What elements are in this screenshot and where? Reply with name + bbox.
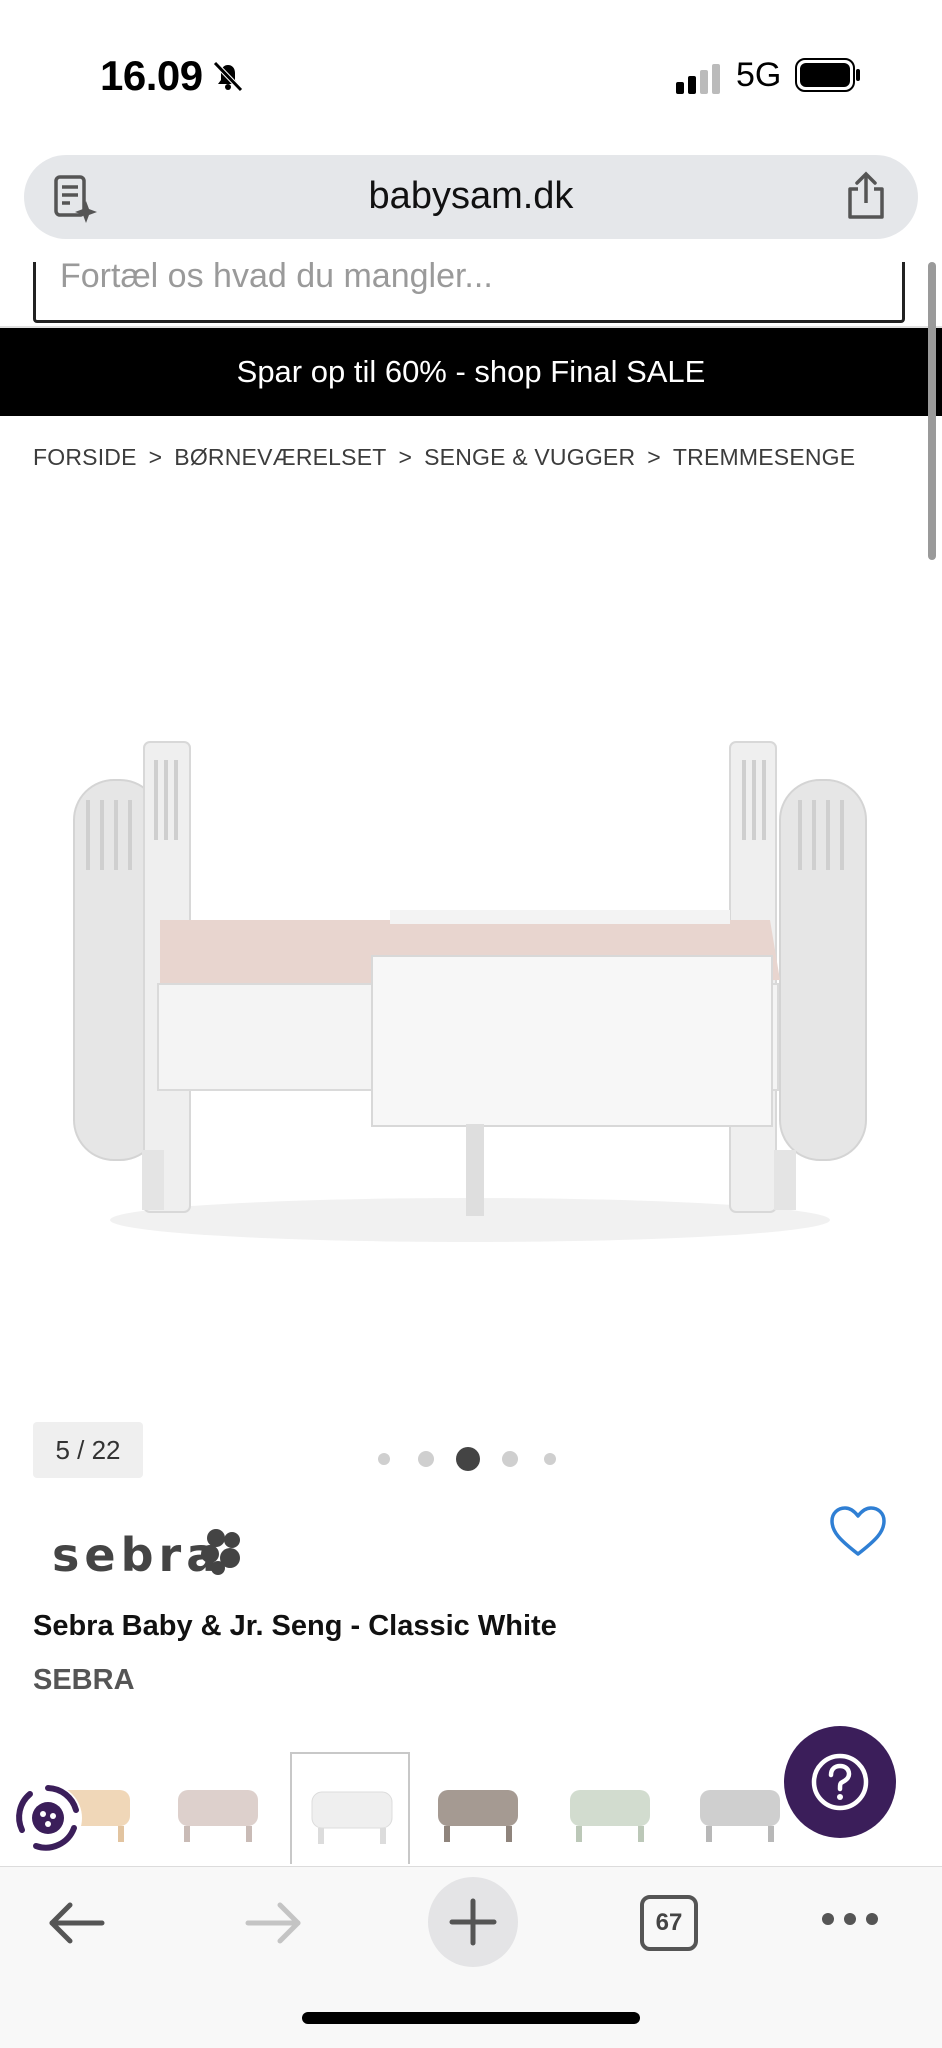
gallery-dot[interactable] — [378, 1453, 390, 1465]
gallery-dot[interactable] — [418, 1451, 434, 1467]
gallery-dots[interactable] — [372, 1444, 572, 1474]
variant-thumb-pink[interactable] — [158, 1752, 278, 1864]
variant-thumb-grey[interactable] — [680, 1752, 800, 1864]
page-scrollbar[interactable] — [928, 262, 936, 560]
recycle-badge-icon[interactable] — [12, 1782, 84, 1854]
product-image[interactable] — [60, 720, 880, 1260]
forward-arrow-icon[interactable] — [242, 1891, 306, 1955]
status-time: 16.09 — [100, 52, 203, 99]
home-indicator[interactable] — [302, 2012, 640, 2024]
more-dots-icon[interactable] — [820, 1907, 880, 1931]
breadcrumb-item-beds[interactable]: SENGE & VUGGER — [424, 444, 635, 471]
gallery-dot-active[interactable] — [456, 1447, 480, 1471]
back-arrow-icon[interactable] — [44, 1891, 108, 1955]
image-counter: 5 / 22 — [33, 1422, 143, 1478]
brand-logo-text: sebra — [52, 1528, 223, 1582]
breadcrumb: FORSIDE > BØRNEVÆRELSET > SENGE & VUGGER > TRE… — [33, 444, 855, 471]
breadcrumb-separator: > — [148, 444, 163, 470]
promo-banner[interactable]: Spar op til 60% - shop Final SALE — [0, 328, 942, 416]
bell-off-icon — [213, 61, 243, 92]
gallery-dot[interactable] — [544, 1453, 556, 1465]
product-title: Sebra Baby & Jr. Seng - Classic White — [33, 1610, 557, 1642]
breadcrumb-item-room[interactable]: BØRNEVÆRELSET — [174, 444, 386, 471]
brand-logo[interactable]: sebra — [52, 1524, 252, 1584]
variant-thumb-green[interactable] — [550, 1752, 670, 1864]
battery-icon — [795, 58, 860, 92]
plus-icon — [449, 1898, 497, 1946]
network-label: 5G — [736, 56, 782, 94]
breadcrumb-item-home[interactable]: FORSIDE — [33, 444, 137, 471]
breadcrumb-item-cribs[interactable]: TREMMESENGE — [673, 444, 855, 471]
tabs-count-button[interactable]: 67 — [640, 1895, 698, 1951]
brand-logo-mark-icon — [201, 1529, 240, 1575]
search-area: Fortæl os hvad du mangler... — [0, 262, 942, 328]
address-bar[interactable]: babysam.dk — [24, 155, 918, 239]
url-text[interactable]: babysam.dk — [24, 175, 918, 218]
breadcrumb-separator: > — [398, 444, 413, 470]
new-tab-button[interactable] — [428, 1877, 518, 1967]
search-placeholder: Fortæl os hvad du mangler... — [60, 262, 493, 295]
gallery-dot[interactable] — [502, 1451, 518, 1467]
signal-icon — [676, 64, 720, 94]
help-button[interactable] — [784, 1726, 896, 1838]
share-icon[interactable] — [844, 171, 888, 221]
variant-thumb-white-selected[interactable] — [290, 1752, 410, 1864]
variant-thumb-taupe[interactable] — [418, 1752, 538, 1864]
help-question-icon — [811, 1753, 869, 1811]
product-brand[interactable]: SEBRA — [33, 1664, 135, 1697]
wishlist-heart-icon[interactable] — [828, 1504, 888, 1560]
status-bar: 16.09 5G — [0, 0, 942, 150]
search-input[interactable]: Fortæl os hvad du mangler... — [33, 262, 905, 323]
breadcrumb-separator: > — [647, 444, 661, 470]
